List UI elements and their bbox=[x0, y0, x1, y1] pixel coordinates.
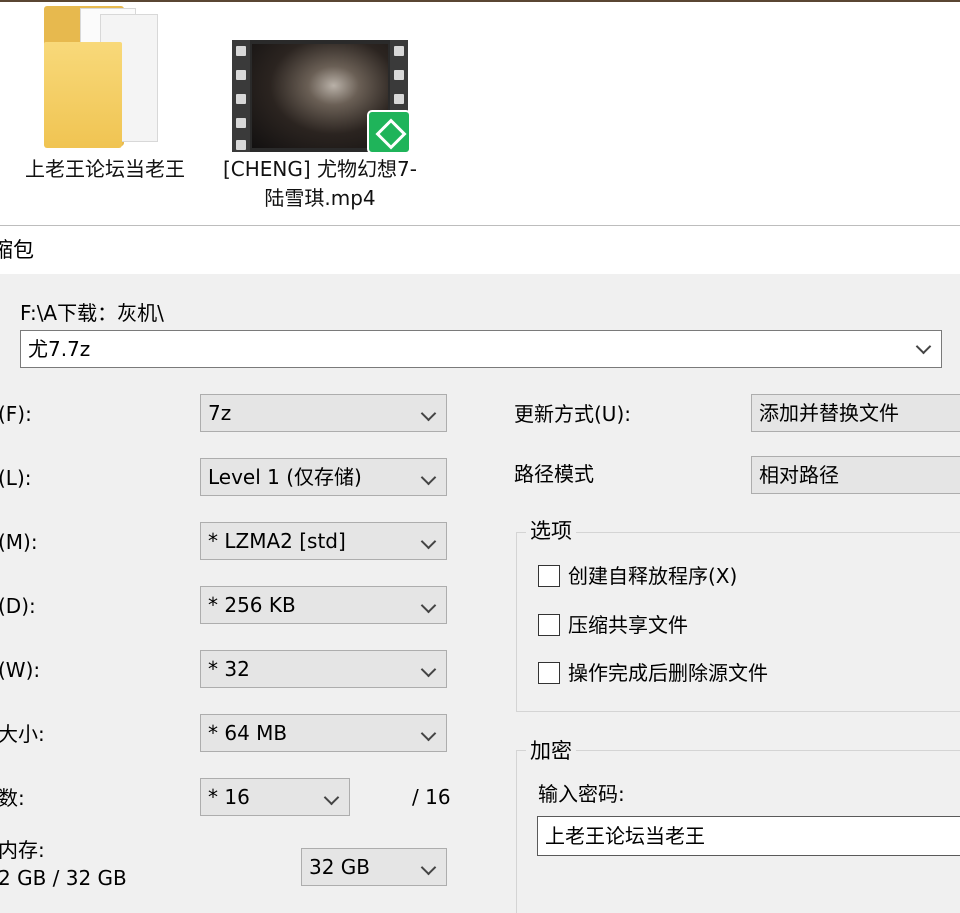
chevron-down-icon[interactable] bbox=[323, 789, 340, 806]
solid-block-label: 大小: bbox=[0, 722, 45, 746]
folder-icon bbox=[40, 2, 164, 152]
word-size-value: * 32 bbox=[208, 657, 250, 681]
chevron-down-icon[interactable] bbox=[420, 661, 437, 678]
password-label: 输入密码: bbox=[538, 782, 625, 806]
chevron-down-icon[interactable] bbox=[420, 533, 437, 550]
chevron-down-icon[interactable] bbox=[420, 859, 437, 876]
threads-value: * 16 bbox=[208, 785, 250, 809]
word-size-label: (W): bbox=[0, 658, 41, 682]
dictionary-value: * 256 KB bbox=[208, 593, 296, 617]
archive-name-value: 尤7.7z bbox=[28, 337, 91, 361]
dictionary-select[interactable]: * 256 KB bbox=[200, 586, 447, 624]
update-mode-label: 更新方式(U): bbox=[514, 402, 631, 426]
chevron-down-icon[interactable] bbox=[420, 405, 437, 422]
format-value: 7z bbox=[208, 401, 232, 425]
desktop-area: 上老王论坛当老王 [CHENG] 尤物幻想7-陆雪琪.mp4 bbox=[0, 0, 960, 225]
memory-label: 内存: bbox=[0, 838, 45, 862]
memory-select[interactable]: 32 GB bbox=[301, 848, 447, 886]
sfx-checkbox-row[interactable]: 创建自释放程序(X) bbox=[538, 562, 938, 592]
chevron-down-icon[interactable] bbox=[420, 597, 437, 614]
delete-after-checkbox-row[interactable]: 操作完成后删除源文件 bbox=[538, 659, 938, 689]
video-file-item[interactable]: [CHENG] 尤物幻想7-陆雪琪.mp4 bbox=[222, 0, 418, 220]
memory-usage-text: 2 GB / 32 GB bbox=[0, 866, 127, 890]
chevron-down-icon[interactable] bbox=[420, 469, 437, 486]
shared-files-checkbox-row[interactable]: 压缩共享文件 bbox=[538, 611, 938, 641]
method-value: * LZMA2 [std] bbox=[208, 529, 346, 553]
password-value: 上老王论坛当老王 bbox=[545, 824, 705, 848]
format-select[interactable]: 7z bbox=[200, 394, 447, 432]
video-file-label: [CHENG] 尤物幻想7-陆雪琪.mp4 bbox=[222, 157, 417, 210]
video-file-icon bbox=[232, 40, 411, 154]
folder-label: 上老王论坛当老王 bbox=[25, 157, 185, 181]
archive-name-combobox[interactable]: 尤7.7z bbox=[20, 330, 942, 368]
delete-after-checkbox-label: 操作完成后删除源文件 bbox=[568, 661, 768, 685]
word-size-select[interactable]: * 32 bbox=[200, 650, 447, 688]
method-label: (M): bbox=[0, 530, 38, 554]
delete-after-checkbox[interactable] bbox=[538, 662, 560, 684]
sfx-checkbox[interactable] bbox=[538, 565, 560, 587]
add-to-archive-dialog: 缩包 F:\A下载：灰机\ 尤7.7z (F): (L): (M): (D): … bbox=[0, 225, 960, 913]
update-mode-select[interactable]: 添加并替换文件 bbox=[751, 394, 960, 432]
password-input[interactable]: 上老王论坛当老王 bbox=[537, 816, 960, 856]
solid-block-value: * 64 MB bbox=[208, 721, 288, 745]
threads-max-text: / 16 bbox=[412, 785, 451, 809]
level-value: Level 1 (仅存储) bbox=[208, 465, 362, 489]
folder-item[interactable]: 上老王论坛当老王 bbox=[20, 0, 190, 220]
solid-block-select[interactable]: * 64 MB bbox=[200, 714, 447, 752]
shared-files-checkbox[interactable] bbox=[538, 614, 560, 636]
encryption-group-title: 加密 bbox=[526, 737, 576, 765]
options-group-title: 选项 bbox=[526, 517, 576, 545]
archive-path-label: F:\A下载：灰机\ bbox=[20, 301, 164, 325]
path-mode-value: 相对路径 bbox=[759, 463, 839, 487]
update-mode-value: 添加并替换文件 bbox=[759, 401, 899, 425]
chevron-down-icon[interactable] bbox=[420, 725, 437, 742]
path-mode-select[interactable]: 相对路径 bbox=[751, 456, 960, 494]
level-label: (L): bbox=[0, 466, 32, 490]
chevron-down-icon[interactable] bbox=[915, 338, 932, 355]
threads-label: 数: bbox=[0, 786, 25, 810]
path-mode-label: 路径模式 bbox=[514, 462, 594, 486]
level-select[interactable]: Level 1 (仅存储) bbox=[200, 458, 447, 496]
app-badge-icon bbox=[367, 110, 411, 154]
method-select[interactable]: * LZMA2 [std] bbox=[200, 522, 447, 560]
shared-files-checkbox-label: 压缩共享文件 bbox=[568, 613, 688, 637]
threads-select[interactable]: * 16 bbox=[200, 778, 350, 816]
dialog-titlebar: 缩包 bbox=[0, 226, 960, 274]
format-label: (F): bbox=[0, 402, 32, 426]
sfx-checkbox-label: 创建自释放程序(X) bbox=[568, 564, 738, 588]
dictionary-label: (D): bbox=[0, 594, 36, 618]
dialog-title: 缩包 bbox=[0, 238, 34, 262]
memory-value: 32 GB bbox=[309, 855, 371, 879]
